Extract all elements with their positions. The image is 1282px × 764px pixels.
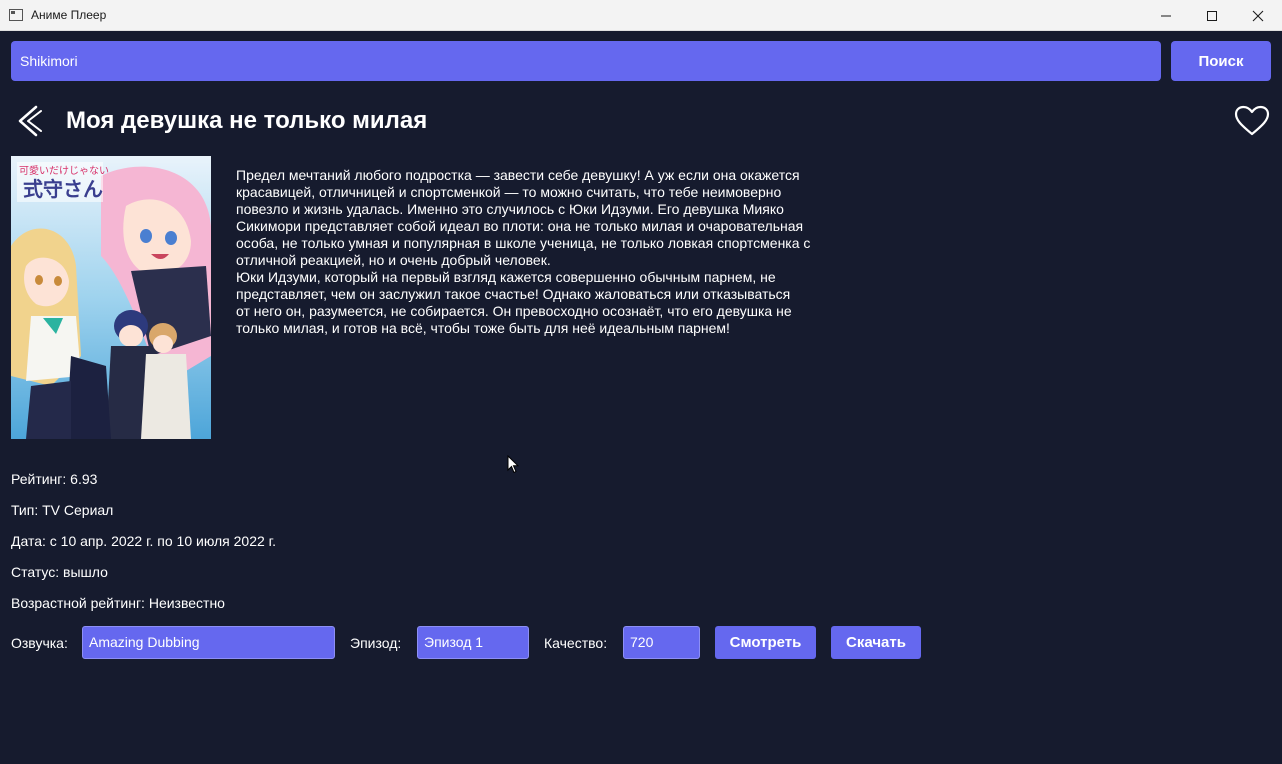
- download-button[interactable]: Скачать: [831, 626, 921, 659]
- back-arrow-icon: [18, 105, 42, 137]
- description-line: только милая, и готов на всё, чтобы тоже…: [236, 320, 730, 336]
- description-line: особа, не только умная и популярная в шк…: [236, 235, 811, 251]
- page-title: Моя девушка не только милая: [66, 107, 428, 134]
- episode-label: Эпизод:: [350, 635, 402, 651]
- maximize-button[interactable]: [1189, 0, 1235, 31]
- voice-select[interactable]: Amazing Dubbing: [82, 626, 335, 659]
- favorite-button[interactable]: [1233, 104, 1271, 138]
- description-line: отличной реакцией, но и очень добрый чел…: [236, 252, 551, 268]
- date-text: Дата: с 10 апр. 2022 г. по 10 июля 2022 …: [11, 533, 276, 549]
- anime-poster: 可愛いだけじゃない 式守さん: [11, 156, 211, 439]
- age-rating-text: Возрастной рейтинг: Неизвестно: [11, 595, 225, 611]
- description-paragraph: Юки Идзуми, который на первый взгляд каж…: [236, 269, 836, 337]
- type-text: Тип: TV Сериал: [11, 502, 114, 518]
- description-line: повезло и жизнь удалась. Именно это случ…: [236, 201, 784, 217]
- description-line: представляет, чем он заслужил такое счас…: [236, 286, 791, 302]
- search-button[interactable]: Поиск: [1171, 41, 1271, 81]
- description-line: Юки Идзуми, который на первый взгляд каж…: [236, 269, 776, 285]
- poster-image: 可愛いだけじゃない 式守さん: [11, 156, 211, 439]
- back-button[interactable]: [14, 103, 48, 139]
- mouse-cursor-icon: [507, 455, 519, 474]
- description-line: Сикимори представляет собой идеал во пло…: [236, 218, 804, 234]
- close-icon: [1252, 10, 1264, 22]
- heart-icon: [1234, 105, 1270, 136]
- maximize-icon: [1207, 11, 1217, 21]
- search-input[interactable]: [11, 41, 1161, 81]
- minimize-icon: [1161, 15, 1171, 17]
- description-line: Предел мечтаний любого подростка — завес…: [236, 167, 800, 183]
- watch-button[interactable]: Смотреть: [715, 626, 816, 659]
- minimize-button[interactable]: [1143, 0, 1189, 31]
- quality-label: Качество:: [544, 635, 608, 651]
- description-line: от него он, разумеется, не собирается. О…: [236, 303, 792, 319]
- status-text: Статус: вышло: [11, 564, 108, 580]
- episode-select[interactable]: Эпизод 1: [417, 626, 529, 659]
- anime-description: Предел мечтаний любого подростка — завес…: [236, 167, 836, 337]
- window-title: Аниме Плеер: [31, 8, 107, 22]
- close-button[interactable]: [1235, 0, 1281, 31]
- description-line: красавицей, отличницей и спортсменкой — …: [236, 184, 782, 200]
- description-paragraph: Предел мечтаний любого подростка — завес…: [236, 167, 836, 269]
- svg-text:式守さん: 式守さん: [23, 177, 103, 201]
- window-titlebar: Аниме Плеер: [0, 0, 1282, 31]
- quality-select[interactable]: 720: [623, 626, 700, 659]
- svg-text:可愛いだけじゃない: 可愛いだけじゃない: [19, 164, 109, 177]
- rating-text: Рейтинг: 6.93: [11, 471, 98, 487]
- voice-label: Озвучка:: [11, 635, 68, 651]
- app-icon: [9, 9, 23, 21]
